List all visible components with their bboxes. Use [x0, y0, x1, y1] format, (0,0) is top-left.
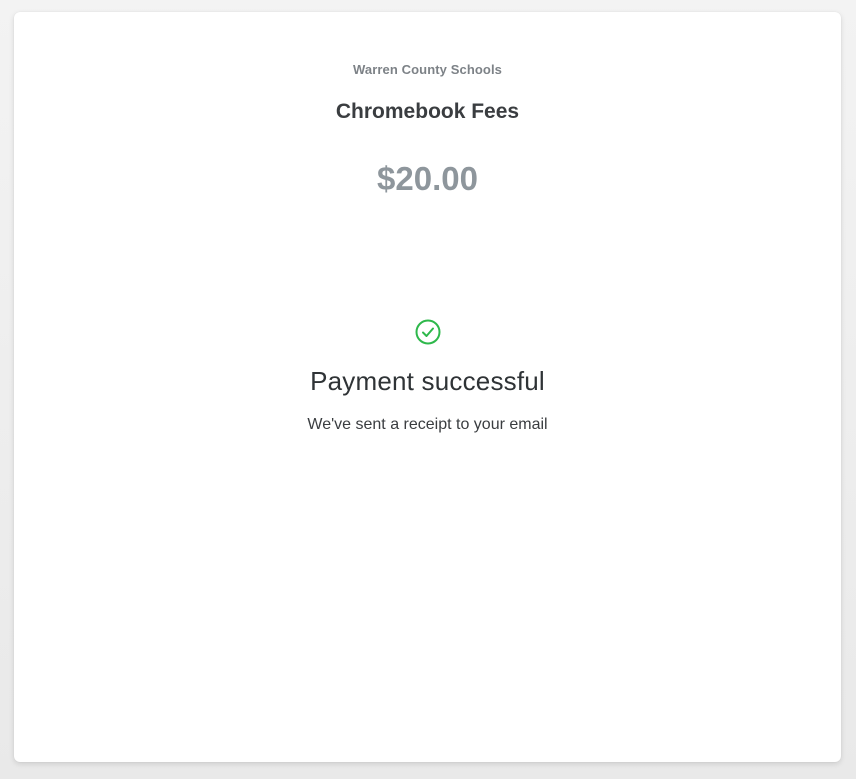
check-circle-icon [414, 318, 442, 346]
payment-card: Warren County Schools Chromebook Fees $2… [14, 12, 841, 762]
item-title: Chromebook Fees [335, 100, 520, 123]
payment-status-title: Payment successful [310, 366, 545, 396]
merchant-name: Warren County Schools [353, 62, 502, 77]
page: Warren County Schools Chromebook Fees $2… [0, 0, 856, 779]
payment-amount: $20.00 [377, 160, 478, 197]
receipt-message: We've sent a receipt to your email [307, 416, 548, 433]
